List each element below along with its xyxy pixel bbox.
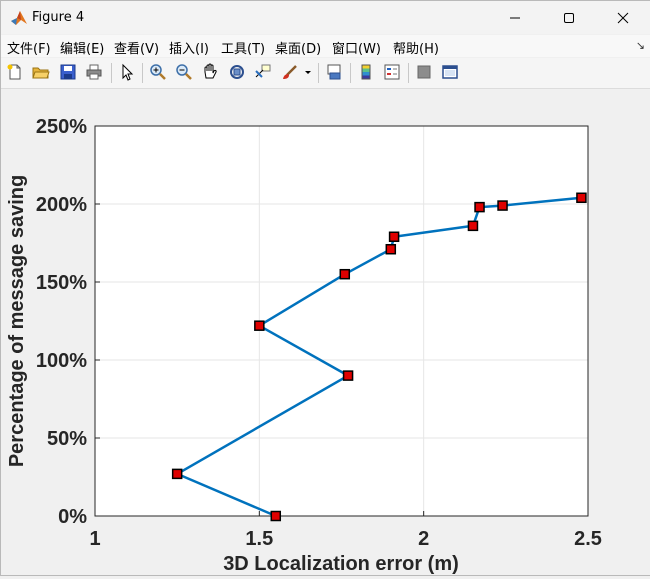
colorbar-button[interactable] [355, 61, 377, 83]
hide-plot-tools-icon [417, 65, 431, 79]
figure-window: Figure 4 文件(F) 编辑(E) 查看(V) 插入(I) 工具(T) 桌… [0, 0, 650, 576]
y-tick-label: 100% [36, 350, 87, 372]
brush-dropdown-icon [305, 71, 311, 74]
maximize-icon [564, 12, 574, 23]
menu-desktop[interactable]: 桌面(D) [275, 38, 321, 57]
link-plot-button[interactable] [323, 61, 345, 83]
toolbar [1, 58, 650, 89]
y-tick-label: 50% [47, 428, 87, 450]
x-tick-label: 1.5 [245, 528, 273, 550]
new-figure-button[interactable] [4, 61, 26, 83]
pan-hand-icon [204, 63, 217, 79]
brush-button[interactable] [279, 61, 301, 83]
data-point-marker [339, 268, 351, 280]
maximize-button[interactable] [546, 1, 592, 34]
print-icon [86, 64, 102, 80]
rotate-3d-icon [230, 65, 244, 79]
x-tick-label: 2.5 [574, 528, 602, 550]
legend-icon [384, 64, 400, 80]
data-point-marker [270, 510, 282, 522]
menu-edit[interactable]: 编辑(E) [60, 38, 104, 57]
zoom-out-icon [176, 64, 192, 80]
data-point-marker [497, 200, 508, 211]
x-tick-label: 2 [418, 528, 429, 550]
show-plot-tools-button[interactable] [439, 61, 461, 83]
data-point-marker [254, 320, 265, 331]
y-axis-label: Percentage of message saving [6, 175, 28, 467]
toolbar-separator [318, 63, 319, 83]
brush-dropdown-button[interactable] [303, 61, 313, 83]
y-tick-label: 150% [36, 272, 87, 294]
x-tick-label: 1 [89, 528, 100, 550]
pan-button[interactable] [199, 61, 221, 83]
minimize-icon [510, 17, 520, 18]
data-cursor-button[interactable] [252, 61, 274, 83]
data-point-marker [576, 192, 587, 204]
toolbar-separator [111, 63, 112, 83]
open-file-button[interactable] [30, 61, 52, 83]
data-point-marker [388, 231, 400, 243]
plot-background [95, 126, 588, 516]
y-tick-label: 200% [36, 194, 87, 216]
rotate-3d-button[interactable] [226, 61, 248, 83]
menu-insert[interactable]: 插入(I) [169, 38, 209, 57]
line-plot[interactable]: 1 1.5 2 2.5 0% 50% 100% 150% 200% 250% 3D Localiz… [1, 89, 650, 575]
data-cursor-icon [255, 64, 271, 78]
data-point-marker [342, 370, 354, 381]
menu-help[interactable]: 帮助(H) [393, 38, 439, 57]
legend-button[interactable] [381, 61, 403, 83]
brush-icon [283, 65, 297, 79]
matlab-logo-icon [10, 9, 28, 27]
zoom-in-button[interactable] [147, 61, 169, 83]
pointer-button[interactable] [116, 61, 138, 83]
save-icon [60, 64, 76, 80]
save-button[interactable] [57, 61, 79, 83]
window-title: Figure 4 [32, 10, 85, 25]
zoom-out-button[interactable] [173, 61, 195, 83]
title-bar: Figure 4 [1, 1, 650, 34]
menu-view[interactable]: 查看(V) [114, 38, 159, 57]
menu-bar: 文件(F) 编辑(E) 查看(V) 插入(I) 工具(T) 桌面(D) 窗口(W… [1, 35, 650, 57]
data-point-marker [171, 468, 183, 480]
toolbar-separator [350, 63, 351, 83]
y-tick-label: 0% [58, 506, 87, 528]
menu-tools[interactable]: 工具(T) [221, 38, 265, 57]
link-plot-icon [327, 64, 341, 80]
colorbar-icon [361, 64, 371, 80]
show-plot-tools-icon [442, 65, 458, 79]
data-point-marker [467, 220, 479, 232]
toolbar-separator [408, 63, 409, 83]
menu-window[interactable]: 窗口(W) [332, 38, 381, 57]
data-point-marker [474, 201, 485, 213]
menu-file[interactable]: 文件(F) [7, 38, 51, 57]
open-file-icon [32, 67, 50, 79]
hide-plot-tools-button[interactable] [413, 61, 435, 83]
zoom-in-icon [150, 64, 166, 80]
close-icon [617, 12, 629, 23]
print-button[interactable] [83, 61, 105, 83]
close-button[interactable] [600, 1, 646, 34]
new-figure-icon [7, 64, 21, 80]
data-point-marker [385, 243, 397, 255]
minimize-button[interactable] [492, 1, 538, 34]
y-tick-label: 250% [36, 116, 87, 138]
menu-overflow-arrow-icon[interactable]: ↘ [636, 39, 645, 52]
x-axis-label: 3D Localization error (m) [223, 553, 459, 575]
figure-canvas: 1 1.5 2 2.5 0% 50% 100% 150% 200% 250% 3D Localiz… [1, 89, 650, 575]
toolbar-separator [142, 63, 143, 83]
pointer-icon [122, 63, 134, 81]
